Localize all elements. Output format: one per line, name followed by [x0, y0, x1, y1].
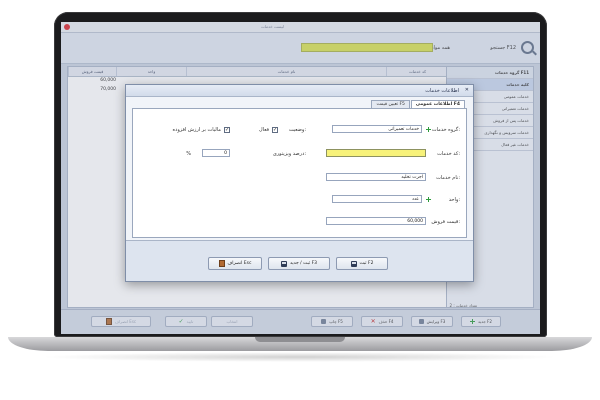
- dialog-title: اطلاعات خدمات: [425, 88, 459, 94]
- percent-sign: %: [186, 151, 191, 157]
- exit-door-icon: [218, 260, 225, 267]
- laptop-notch: [255, 337, 345, 342]
- vat-checkbox[interactable]: ✓: [224, 127, 230, 133]
- price-label: قیمت فروش:: [431, 219, 460, 225]
- add-unit-button[interactable]: [424, 195, 432, 203]
- dialog-titlebar: ✕ اطلاعات خدمات: [126, 85, 473, 97]
- laptop-shadow: [40, 352, 560, 362]
- code-label: کد خدمات:: [437, 151, 460, 157]
- dialog-footer: ثبت F2 ثبت / جدید F3 انصراف Esc: [126, 240, 473, 281]
- save-icon: [280, 260, 287, 267]
- app-screen: لیست خدمات جستجو F12 همه موارد ▾ قیمت فر…: [61, 22, 540, 334]
- save-button-label: ثبت F2: [359, 261, 374, 266]
- tab-general-info[interactable]: اطلاعات عمومی F4: [410, 100, 465, 108]
- vat-label: مالیات بر ارزش افزوده: [172, 127, 221, 133]
- tab-pricing[interactable]: تعیین قیمت F5: [371, 100, 410, 108]
- unit-field[interactable]: عدد: [332, 195, 422, 203]
- general-info-panel: گروه خدمات: خدمات تعمیراتی کد خدمات: نام…: [132, 108, 467, 238]
- plus-icon: [425, 126, 431, 132]
- save-new-button-label: ثبت / جدید F3: [289, 261, 318, 266]
- name-label: نام خدمات:: [436, 175, 460, 181]
- save-new-button[interactable]: ثبت / جدید F3: [268, 257, 330, 270]
- status-label: وضعیت:: [288, 127, 306, 133]
- code-field[interactable]: [326, 149, 426, 157]
- visitor-percent-field[interactable]: 0: [202, 149, 230, 157]
- dialog-tabs: اطلاعات عمومی F4 تعیین قیمت F5: [370, 100, 465, 108]
- plus-icon: [425, 196, 431, 202]
- active-label: فعال: [259, 127, 269, 133]
- active-checkbox[interactable]: ✓: [272, 127, 278, 133]
- cancel-button-label: انصراف Esc: [227, 261, 252, 266]
- service-info-dialog: ✕ اطلاعات خدمات اطلاعات عمومی F4 تعیین ق…: [125, 84, 474, 282]
- save-icon: [350, 260, 357, 267]
- sale-price-field[interactable]: 60,000: [326, 217, 426, 225]
- save-button[interactable]: ثبت F2: [336, 257, 388, 270]
- unit-label: واحد:: [448, 197, 460, 203]
- visitor-percent-label: درصد ویزیتوری:: [272, 151, 306, 157]
- group-field[interactable]: خدمات تعمیراتی: [332, 125, 422, 133]
- dialog-close-icon[interactable]: ✕: [465, 87, 469, 93]
- add-group-button[interactable]: [424, 125, 432, 133]
- name-field[interactable]: اجرت تخلیه: [326, 173, 426, 181]
- cancel-button[interactable]: انصراف Esc: [208, 257, 262, 270]
- group-label: گروه خدمات:: [431, 127, 460, 133]
